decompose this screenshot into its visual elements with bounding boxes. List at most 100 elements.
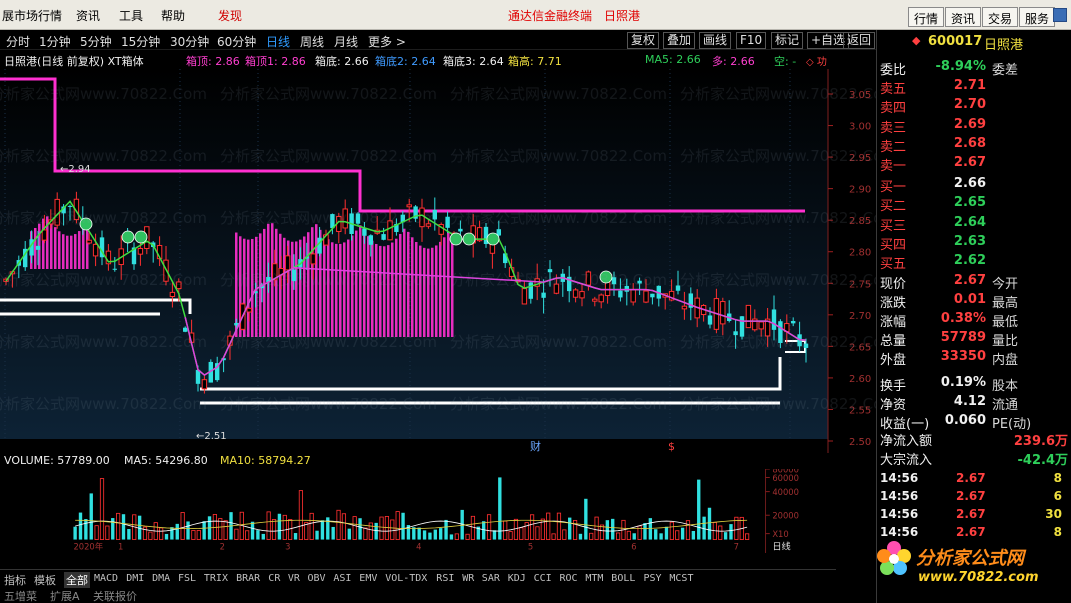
volume-chart[interactable]: 80000600004000020000X10 2020年 1 2 3 4 5 6 7 日线	[0, 469, 876, 553]
vol-ma10-label: MA10: 58794.27	[220, 454, 311, 467]
mark-button[interactable]: 标记	[771, 32, 804, 49]
ask-level-1[interactable]: 卖一 2.67	[880, 155, 1070, 174]
volume-bar	[374, 522, 378, 540]
bid-level-4-label: 买四	[880, 237, 907, 253]
indicator-tab-cci[interactable]: CCI	[534, 573, 552, 584]
bid-level-2[interactable]: 买二 2.65	[880, 195, 1070, 214]
ask-level-2[interactable]: 卖二 2.68	[880, 136, 1070, 155]
indicator-tab-roc[interactable]: ROC	[560, 573, 578, 584]
bid-level-4[interactable]: 买四 2.63	[880, 234, 1070, 253]
adjust-button[interactable]: 复权	[627, 32, 660, 49]
period-1min[interactable]: 1分钟	[39, 33, 71, 50]
indicator-tab-指标[interactable]: 指标	[4, 572, 26, 588]
bottom-tab-2[interactable]: 扩展A	[50, 588, 80, 603]
indicator-tab-模板[interactable]: 模板	[34, 572, 56, 588]
indicator-tab-全部[interactable]: 全部	[64, 572, 90, 588]
indicator-tab-fsl[interactable]: FSL	[178, 573, 196, 584]
overlay-button[interactable]: 叠加	[663, 32, 696, 49]
period-5min[interactable]: 5分钟	[80, 33, 112, 50]
stat-6[interactable]: 净资 4.12 流通	[880, 394, 1070, 413]
volume-bar	[465, 533, 470, 540]
indicator-tab-vol-tdx[interactable]: VOL-TDX	[385, 573, 427, 584]
service-button[interactable]: 服务	[1019, 7, 1056, 27]
period-daily[interactable]: 日线	[266, 33, 290, 50]
volume-bar	[444, 519, 448, 540]
flow-0[interactable]: 净流入额 239.6万	[880, 430, 1070, 449]
menu-info[interactable]: 资讯	[76, 7, 100, 24]
f10-button[interactable]: F10	[736, 32, 767, 49]
indicator-tab-wr[interactable]: WR	[462, 573, 474, 584]
indicator-tab-sar[interactable]: SAR	[482, 573, 500, 584]
candlestick-chart[interactable]: 3.053.002.952.902.852.802.752.702.652.60…	[0, 69, 876, 453]
menu-tools[interactable]: 工具	[119, 7, 143, 24]
candle-body	[572, 289, 579, 298]
menu-help[interactable]: 帮助	[161, 7, 185, 24]
bid-level-1[interactable]: 买一 2.66	[880, 176, 1070, 195]
signal-badge-icon[interactable]	[121, 230, 135, 244]
signal-badge-icon[interactable]	[462, 232, 476, 246]
period-tick[interactable]: 分时	[6, 33, 30, 50]
menu-discover[interactable]: 发现	[218, 7, 242, 24]
diamond-icon[interactable]: ◇ 功	[806, 53, 827, 68]
histogram-bar	[435, 245, 438, 337]
quotes-button[interactable]: 行情	[908, 7, 945, 27]
bottom-tab-1[interactable]: 五增菜	[4, 588, 37, 603]
signal-badge-icon[interactable]	[449, 232, 463, 246]
news-button[interactable]: 资讯	[945, 7, 982, 27]
indicator-tab-asi[interactable]: ASI	[333, 573, 351, 584]
period-monthly[interactable]: 月线	[334, 33, 358, 50]
signal-badge-icon[interactable]	[486, 232, 500, 246]
volume-bar	[164, 533, 169, 540]
period-more[interactable]: 更多 >	[368, 33, 406, 50]
bid-level-3[interactable]: 买三 2.64	[880, 215, 1070, 234]
stat-4[interactable]: 外盘 33350 内盘	[880, 349, 1070, 368]
dividend-marker[interactable]: $	[668, 440, 675, 453]
flow-1[interactable]: 大宗流入 -42.4万	[880, 449, 1070, 468]
bottom-tab-3[interactable]: 关联报价	[93, 588, 137, 603]
candle-body	[137, 248, 144, 255]
finance-marker[interactable]: 财	[530, 439, 541, 453]
window-restore-icon[interactable]	[1053, 8, 1067, 22]
period-15min[interactable]: 15分钟	[121, 33, 160, 50]
indicator-tab-emv[interactable]: EMV	[359, 573, 377, 584]
stat-1[interactable]: 涨跌 0.01 最高	[880, 292, 1070, 311]
period-60min[interactable]: 60分钟	[217, 33, 256, 50]
stat-3[interactable]: 总量 57789 量比	[880, 330, 1070, 349]
menu-bar: 展市场行情 资讯 工具 帮助 发现 通达信金融终端 日照港 行情 资讯 交易 服…	[0, 0, 1071, 30]
indicator-tab-mtm[interactable]: MTM	[585, 573, 603, 584]
stat-0[interactable]: 现价 2.67 今开	[880, 273, 1070, 292]
indicator-tab-obv[interactable]: OBV	[308, 573, 326, 584]
indicator-tab-macd[interactable]: MACD	[94, 573, 118, 584]
draw-button[interactable]: 画线	[699, 32, 732, 49]
indicator-tab-boll[interactable]: BOLL	[611, 573, 635, 584]
signal-badge-icon[interactable]	[134, 230, 148, 244]
indicator-tab-dmi[interactable]: DMI	[126, 573, 144, 584]
indicator-tab-dma[interactable]: DMA	[152, 573, 170, 584]
ask-level-3[interactable]: 卖三 2.69	[880, 117, 1070, 136]
back-button[interactable]: 返回	[843, 32, 876, 49]
stat-5[interactable]: 换手 0.19% 股本	[880, 375, 1070, 394]
indicator-tab-kdj[interactable]: KDJ	[508, 573, 526, 584]
indicator-tab-mcst[interactable]: MCST	[669, 573, 693, 584]
candle-body	[183, 327, 188, 332]
stock-name: 日照港	[984, 38, 1024, 53]
indicator-tab-trix[interactable]: TRIX	[204, 573, 228, 584]
bid-level-5[interactable]: 买五 2.62	[880, 253, 1070, 272]
indicator-tab-brar[interactable]: BRAR	[236, 573, 260, 584]
stat-7[interactable]: 收益(一) 0.060 PE(动)	[880, 413, 1070, 432]
period-30min[interactable]: 30分钟	[170, 33, 209, 50]
volume-bar	[331, 526, 335, 540]
trade-button[interactable]: 交易	[982, 7, 1019, 27]
indicator-tab-psy[interactable]: PSY	[644, 573, 662, 584]
histogram-bar	[339, 243, 342, 337]
period-weekly[interactable]: 周线	[300, 33, 324, 50]
stat-2[interactable]: 涨幅 0.38% 最低	[880, 311, 1070, 330]
volume-bar	[519, 527, 524, 540]
indicator-tab-vr[interactable]: VR	[288, 573, 300, 584]
ask-level-4[interactable]: 卖四 2.70	[880, 97, 1070, 116]
indicator-tab-cr[interactable]: CR	[268, 573, 280, 584]
indicator-tab-rsi[interactable]: RSI	[436, 573, 454, 584]
volume-bar	[551, 533, 556, 540]
ask-level-5[interactable]: 卖五 2.71	[880, 78, 1070, 97]
menu-market[interactable]: 展市场行情	[2, 7, 62, 24]
